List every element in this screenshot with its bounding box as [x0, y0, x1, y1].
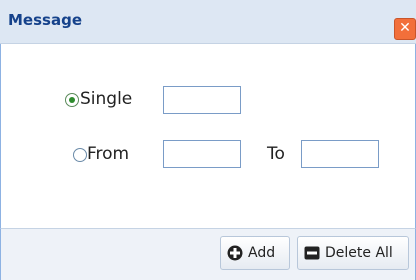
title-bar[interactable]: Message ✕ — [0, 0, 416, 44]
delete-all-button-label: Delete All — [325, 245, 393, 261]
add-button-label: Add — [248, 245, 276, 261]
delete-all-button[interactable]: Delete All — [297, 236, 409, 270]
from-radio[interactable] — [73, 148, 87, 162]
to-input[interactable] — [301, 140, 379, 168]
single-input[interactable] — [163, 86, 241, 114]
close-icon: ✕ — [399, 20, 411, 36]
plus-circle-icon — [227, 245, 243, 261]
to-label: To — [267, 144, 285, 164]
close-button[interactable]: ✕ — [394, 18, 416, 40]
single-label: Single — [80, 89, 133, 109]
from-input[interactable] — [163, 140, 241, 168]
dialog-title: Message — [8, 11, 82, 29]
single-radio[interactable] — [65, 93, 79, 107]
dialog-body: Single From To — [0, 44, 416, 228]
message-dialog: Message ✕ Single From To Add Delete All — [0, 0, 416, 280]
minus-box-icon — [304, 246, 320, 260]
from-label: From — [87, 144, 130, 164]
dialog-footer: Add Delete All — [0, 228, 416, 280]
add-button[interactable]: Add — [220, 236, 290, 270]
radio-selected-dot — [69, 97, 75, 103]
